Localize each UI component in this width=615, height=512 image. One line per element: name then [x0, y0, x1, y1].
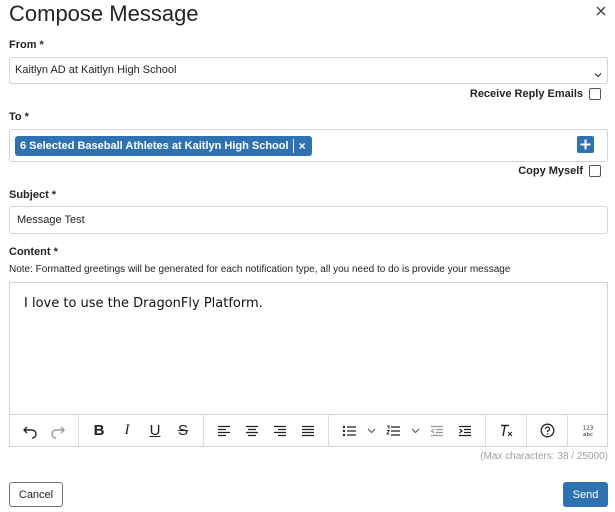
to-recipients-field[interactable]: 6 Selected Baseball Athletes at Kaitlyn …	[9, 129, 608, 162]
tag-divider	[292, 139, 294, 153]
recipient-tag-label: 6 Selected Baseball Athletes at Kaitlyn …	[20, 140, 289, 152]
indent-icon[interactable]	[451, 419, 479, 443]
help-icon[interactable]	[533, 419, 561, 443]
wordcount-group: 123 abc	[568, 415, 608, 446]
from-select[interactable]: Kaitlyn AD at Kaitlyn High School	[9, 57, 608, 84]
clear-formatting-icon[interactable]	[492, 419, 520, 443]
subject-input[interactable]: Message Test	[9, 206, 608, 234]
svg-text:123: 123	[583, 425, 594, 431]
history-group	[10, 415, 79, 446]
editor-text[interactable]: I love to use the DragonFly Platform.	[24, 296, 263, 311]
dialog-title: Compose Message	[9, 1, 199, 26]
from-label: From *	[9, 39, 44, 51]
copy-myself-row: Copy Myself	[518, 165, 601, 177]
add-recipient-button[interactable]	[577, 136, 594, 153]
numbered-list-icon[interactable]	[379, 419, 407, 443]
underline-button[interactable]: U	[141, 419, 169, 443]
align-center-icon[interactable]	[238, 419, 266, 443]
receive-reply-checkbox[interactable]	[589, 88, 601, 100]
send-button[interactable]: Send	[563, 482, 608, 507]
numbered-list-chevron-icon[interactable]	[407, 419, 423, 443]
redo-icon[interactable]	[44, 419, 72, 443]
bullet-list-icon[interactable]	[335, 419, 363, 443]
clear-group	[486, 415, 527, 446]
subject-input-value: Message Test	[17, 214, 85, 226]
bold-button[interactable]: B	[85, 419, 113, 443]
bullet-list-chevron-icon[interactable]	[363, 419, 379, 443]
editor-toolbar: B I U S 123 abc	[10, 414, 607, 446]
align-group	[204, 415, 329, 446]
plus-icon	[580, 139, 591, 150]
content-note: Note: Formatted greetings will be genera…	[9, 264, 511, 275]
word-count-icon[interactable]: 123 abc	[574, 419, 602, 443]
content-label: Content *	[9, 246, 58, 258]
align-left-icon[interactable]	[210, 419, 238, 443]
help-group	[527, 415, 568, 446]
from-select-value: Kaitlyn AD at Kaitlyn High School	[15, 64, 177, 76]
copy-myself-label: Copy Myself	[518, 165, 583, 177]
recipient-tag: 6 Selected Baseball Athletes at Kaitlyn …	[15, 136, 312, 156]
align-right-icon[interactable]	[266, 419, 294, 443]
close-icon[interactable]	[594, 4, 608, 18]
strikethrough-button[interactable]: S	[169, 419, 197, 443]
outdent-icon[interactable]	[423, 419, 451, 443]
subject-label: Subject *	[9, 189, 57, 201]
align-justify-icon[interactable]	[294, 419, 322, 443]
receive-reply-row: Receive Reply Emails	[470, 88, 601, 100]
undo-icon[interactable]	[16, 419, 44, 443]
receive-reply-label: Receive Reply Emails	[469, 88, 583, 100]
remove-recipient-button[interactable]: ×	[299, 139, 306, 153]
svg-text:abc: abc	[583, 432, 593, 438]
cancel-button[interactable]: Cancel	[9, 482, 63, 507]
copy-myself-checkbox[interactable]	[589, 165, 601, 177]
format-group: B I U S	[79, 415, 204, 446]
chevron-down-icon	[593, 65, 603, 78]
content-editor[interactable]: I love to use the DragonFly Platform. B …	[9, 282, 608, 447]
character-counter: (Max characters: 38 / 25000)	[480, 451, 608, 462]
to-label: To *	[9, 111, 29, 123]
italic-button[interactable]: I	[113, 419, 141, 443]
list-group	[329, 415, 486, 446]
